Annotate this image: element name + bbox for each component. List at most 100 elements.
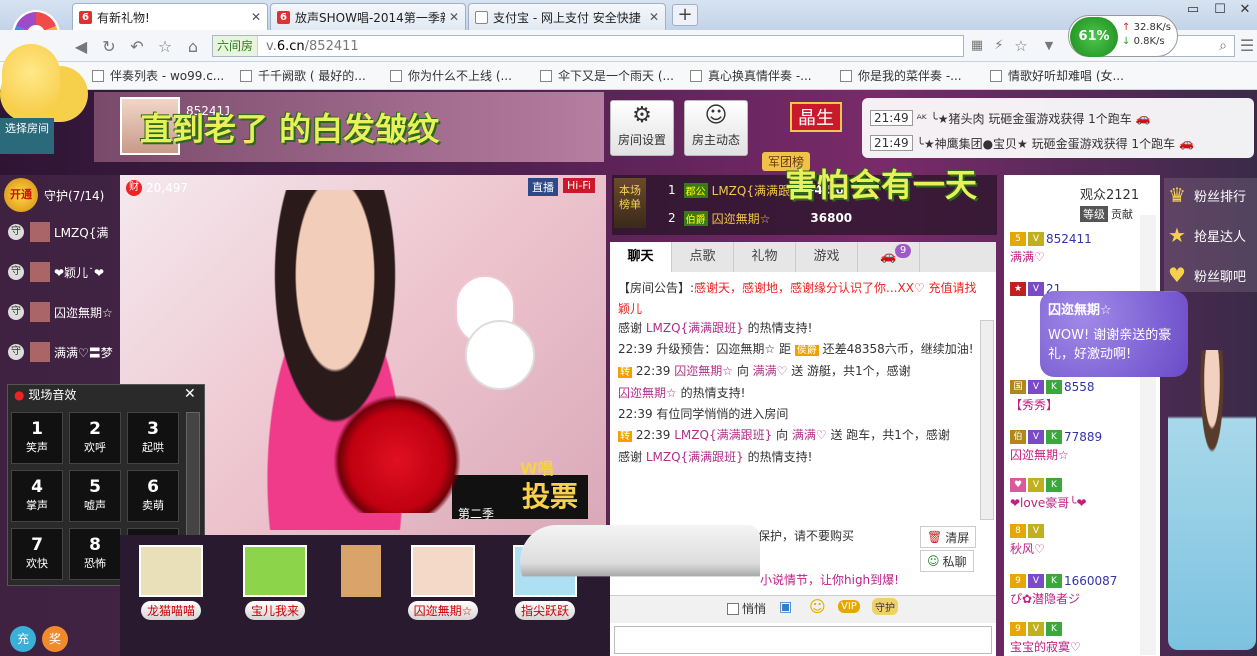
private-chat-button[interactable]: ☺ 私聊 bbox=[920, 550, 974, 572]
tab-songs[interactable]: 点歌 bbox=[672, 242, 734, 272]
close-icon[interactable]: ✕ bbox=[251, 10, 261, 24]
host-feed-button[interactable]: ☺ 房主动态 bbox=[684, 100, 748, 156]
tab-3-favicon bbox=[475, 10, 488, 24]
chat-promo[interactable]: 小说情节，让你high到爆! bbox=[760, 571, 899, 588]
viewer-item[interactable]: ♥ V K ❤love豪哥╰❤ bbox=[1010, 476, 1156, 511]
room-settings-button[interactable]: ⚙ 房间设置 bbox=[610, 100, 674, 156]
star-icon[interactable]: ☆ bbox=[154, 36, 176, 58]
bookmark-item[interactable]: 你为什么不上线 (... bbox=[390, 67, 512, 84]
guard-button[interactable]: 守护 bbox=[872, 598, 898, 615]
sound-button-5[interactable]: 5 嘘声 bbox=[69, 470, 121, 522]
tab-car[interactable]: 🚗 bbox=[858, 242, 920, 272]
tab-3[interactable]: 支付宝 - 网上支付 安全快捷 ✕ bbox=[468, 3, 666, 30]
clear-screen-button[interactable]: 🗑 清屏 bbox=[920, 526, 977, 548]
rank-number: 2 bbox=[668, 211, 676, 225]
seat-image bbox=[139, 545, 203, 597]
guard-item[interactable]: 守满满♡〓梦 bbox=[8, 339, 113, 365]
sound-button-8[interactable]: 8 恐怖 bbox=[69, 528, 121, 580]
whisper-checkbox[interactable]: 悄悄 bbox=[727, 600, 766, 617]
page-icon bbox=[840, 69, 852, 82]
home-icon[interactable]: ⌂ bbox=[182, 36, 204, 58]
menu-icon[interactable]: ☰ bbox=[1236, 35, 1257, 57]
select-room-button[interactable]: 选择房间 bbox=[0, 118, 54, 154]
sound-button-7[interactable]: 7 欢快 bbox=[11, 528, 63, 580]
viewer-item[interactable]: 9VK 宝宝的寂寞♡ bbox=[1010, 620, 1156, 655]
vip-icon: V bbox=[1028, 622, 1044, 636]
viewer-item[interactable]: 9 V K 1660087 ぴ✿潜隐者ジ bbox=[1010, 572, 1156, 607]
tab-1[interactable]: 6 有新礼物! ✕ bbox=[72, 3, 268, 30]
reward-button[interactable]: 奖 bbox=[42, 626, 68, 652]
chat-input[interactable] bbox=[614, 626, 992, 654]
tab-games[interactable]: 游戏 bbox=[796, 242, 858, 272]
viewer-item[interactable]: 5 V 852411 满满♡ bbox=[1010, 230, 1156, 265]
close-icon[interactable]: ✕ bbox=[449, 10, 459, 24]
tab-level[interactable]: 等级 bbox=[1080, 206, 1108, 222]
bookmark-item[interactable]: 千千阙歌 ( 最好的... bbox=[240, 67, 366, 84]
close-icon[interactable]: ✕ bbox=[184, 386, 196, 402]
seat[interactable]: 龙猫喵喵 bbox=[126, 545, 216, 625]
sound-button-6[interactable]: 6 卖萌 bbox=[127, 470, 179, 522]
undo-icon[interactable]: ↶ bbox=[126, 36, 148, 58]
bookmark-item[interactable]: 真心换真情伴奏 -... bbox=[690, 67, 812, 84]
restore-icon[interactable]: ▭ bbox=[1178, 0, 1208, 20]
seat[interactable]: 宝儿我来 bbox=[230, 545, 320, 625]
seat[interactable]: 囚迩無期☆ bbox=[398, 545, 488, 625]
car-tab-badge: 9 bbox=[895, 244, 911, 258]
guard-item[interactable]: 守囚迩無期☆ bbox=[8, 299, 113, 325]
level-badge: 晶生 bbox=[790, 102, 842, 132]
chat-scrollbar[interactable] bbox=[980, 320, 994, 520]
rank-row[interactable]: 2 伯爵 囚迩無期☆ 36800 bbox=[668, 208, 852, 228]
rank-name: 囚迩無期☆ bbox=[711, 211, 771, 226]
viewer-item[interactable]: 国 V K 8558 【秀秀】 bbox=[1010, 378, 1156, 413]
bookmark-item[interactable]: 情歌好听却难唱 (女... bbox=[990, 67, 1124, 84]
address-url[interactable]: v.6.cn/852411 bbox=[258, 39, 359, 54]
search-icon[interactable]: ⌕ bbox=[1212, 35, 1234, 57]
sound-button-3[interactable]: 3 起哄 bbox=[127, 412, 179, 464]
viewer-item[interactable]: 8V 秋风♡ bbox=[1010, 522, 1156, 557]
bookmark-item[interactable]: 你是我的菜伴奏 -... bbox=[840, 67, 962, 84]
rank-value: 36800 bbox=[810, 211, 853, 225]
favorite-icon[interactable]: ☆ bbox=[1010, 35, 1032, 57]
open-guard-button[interactable]: 开通 bbox=[4, 178, 38, 212]
star-expert-item[interactable]: ★ 抢星达人 bbox=[1168, 218, 1246, 252]
sound-button-2[interactable]: 2 欢呼 bbox=[69, 412, 121, 464]
refresh-icon[interactable]: ↻ bbox=[98, 36, 120, 58]
guard-avatar bbox=[30, 222, 50, 242]
address-bar[interactable]: 六间房 v.6.cn/852411 bbox=[212, 35, 964, 57]
rank-title: 伯爵 bbox=[683, 210, 708, 226]
back-icon[interactable]: ◀ bbox=[70, 36, 92, 58]
guard-avatar bbox=[30, 302, 50, 322]
vip-button[interactable]: VIP bbox=[838, 600, 860, 613]
tab-3-label: 支付宝 - 网上支付 安全快捷 bbox=[493, 10, 641, 25]
k-icon: K bbox=[1046, 380, 1062, 394]
tab-chat[interactable]: 聊天 bbox=[610, 242, 672, 272]
guard-item[interactable]: 守 LMZQ{满 bbox=[8, 219, 108, 245]
dropdown-icon[interactable]: ▼ bbox=[1038, 35, 1060, 57]
seat[interactable] bbox=[316, 545, 406, 625]
close-icon[interactable]: ✕ bbox=[649, 10, 659, 24]
guard-item[interactable]: 守 ❤颖儿˙❤ bbox=[8, 259, 104, 285]
bookmark-item[interactable]: 伴奏列表 - wo99.c... bbox=[92, 67, 224, 84]
emoji-icon[interactable]: ☺ bbox=[809, 597, 826, 616]
recharge-button[interactable]: 充 bbox=[10, 626, 36, 652]
new-tab-button[interactable]: + bbox=[672, 4, 698, 26]
tab-2[interactable]: 6 放声SHOW唱-2014第一季新秀 ✕ bbox=[270, 3, 466, 30]
tab-gifts[interactable]: 礼物 bbox=[734, 242, 796, 272]
lyric-banner: 直到老了 的白发皱纹 bbox=[140, 110, 440, 148]
lightning-icon[interactable]: ⚡ bbox=[988, 35, 1010, 57]
guard-icon: 守 bbox=[8, 224, 24, 240]
sound-icon: ● bbox=[14, 388, 25, 402]
car-icon: 🚗 bbox=[1135, 111, 1151, 125]
bookmark-item[interactable]: 伞下又是一个雨天 (... bbox=[540, 67, 674, 84]
fans-rank-item[interactable]: ♛ 粉丝排行 bbox=[1168, 178, 1246, 212]
viewer-count-value: 20,497 bbox=[146, 181, 188, 195]
level-icon: 9 bbox=[1010, 622, 1026, 636]
fans-chat-item[interactable]: ♥ 粉丝聊吧 bbox=[1168, 258, 1246, 292]
viewer-item[interactable]: 伯 V K 77889 囚迩無期☆ bbox=[1010, 428, 1156, 463]
tab-contribution[interactable]: 贡献 bbox=[1108, 206, 1136, 222]
sound-button-1[interactable]: 1 笑声 bbox=[11, 412, 63, 464]
sound-button-4[interactable]: 4 掌声 bbox=[11, 470, 63, 522]
window-close-icon[interactable]: ✕ bbox=[1230, 0, 1257, 20]
qr-icon[interactable]: ▦ bbox=[966, 35, 988, 57]
image-icon[interactable]: ▣ bbox=[779, 599, 792, 615]
